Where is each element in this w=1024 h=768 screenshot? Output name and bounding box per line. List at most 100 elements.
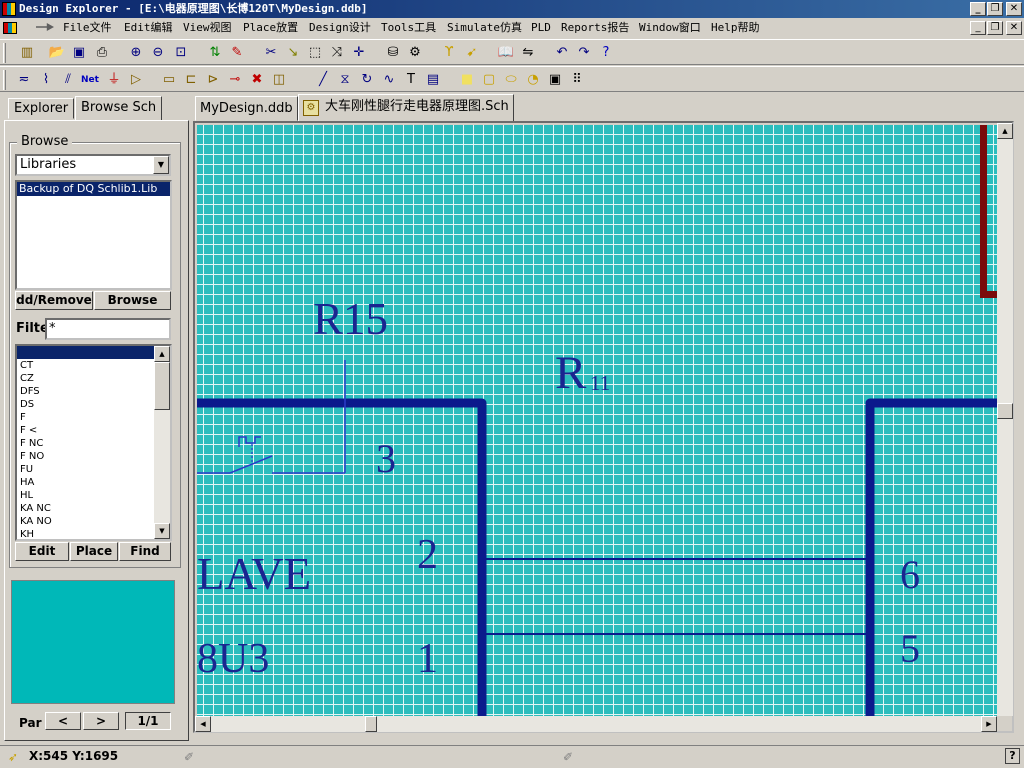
tab-browse-sch[interactable]: Browse Sch	[75, 96, 163, 120]
round-rect-icon[interactable]: ▢	[480, 71, 498, 89]
bus-icon[interactable]: ⌇	[37, 71, 55, 89]
menu-window[interactable]: Window窗口	[639, 18, 701, 38]
print-icon[interactable]: ⎙	[93, 44, 111, 62]
sheet-symbol-icon[interactable]: ▭	[160, 71, 178, 89]
place-button[interactable]: Place	[70, 542, 118, 561]
component-list-item[interactable]: KA NC	[17, 502, 170, 515]
component-list-item[interactable]	[17, 346, 170, 359]
part-icon[interactable]: ▷	[127, 71, 145, 89]
cut-icon[interactable]: ✂	[262, 44, 280, 62]
redo-icon[interactable]: ↷	[575, 44, 593, 62]
power-port-icon[interactable]: ⏚	[105, 71, 123, 89]
component-list-item[interactable]: F NO	[17, 450, 170, 463]
menu-view[interactable]: View视图	[183, 18, 232, 38]
canvas-vscroll-thumb[interactable]	[997, 403, 1013, 419]
component-list-item[interactable]: HA	[17, 476, 170, 489]
select-icon[interactable]: ⬚	[306, 44, 324, 62]
menu-help[interactable]: Help帮助	[711, 18, 760, 38]
component-list-item[interactable]: F <	[17, 424, 170, 437]
pcb-layout-icon[interactable]: ◫	[270, 71, 288, 89]
minimize-button[interactable]: _	[970, 2, 986, 16]
chevron-down-icon[interactable]: ▼	[153, 156, 169, 174]
bezier-icon[interactable]: ∿	[380, 71, 398, 89]
zoom-in-icon[interactable]: ⊕	[127, 44, 145, 62]
arc-icon[interactable]: ↻	[358, 71, 376, 89]
pencil-icon[interactable]: ✎	[228, 44, 246, 62]
menu-design[interactable]: Design设计	[309, 18, 371, 38]
array-icon[interactable]: ⠿	[568, 71, 586, 89]
component-list[interactable]: CT CZ DFS DS F F < F NC F NO FU HA HL KA NC KA NO KH …	[15, 344, 172, 541]
menu-reports[interactable]: Reports报告	[561, 18, 629, 38]
component-list-scrollbar[interactable]: ▲ ▼	[154, 346, 170, 539]
hierarchy-icon[interactable]: ⇅	[206, 44, 224, 62]
paste-icon[interactable]: ↘	[284, 44, 302, 62]
probe-icon[interactable]: ϒ	[440, 44, 458, 62]
library-icon[interactable]: ⛁	[384, 44, 402, 62]
component-list-item[interactable]: FU	[17, 463, 170, 476]
menu-file[interactable]: File文件	[63, 18, 112, 38]
component-list-item[interactable]: F NC	[17, 437, 170, 450]
component-list-item[interactable]: DS	[17, 398, 170, 411]
save-icon[interactable]: ▣	[70, 44, 88, 62]
edit-button[interactable]: Edit	[15, 542, 69, 561]
filter-input[interactable]: *	[45, 318, 171, 340]
pie-icon[interactable]: ◔	[524, 71, 542, 89]
component-list-item[interactable]: HL	[17, 489, 170, 502]
browse-type-select[interactable]: Libraries ▼	[15, 154, 171, 176]
doc-close-button[interactable]: ✕	[1006, 21, 1022, 35]
canvas-horizontal-scrollbar[interactable]: ◀ ▶	[195, 716, 997, 732]
next-part-button[interactable]: >	[83, 712, 119, 730]
prev-part-button[interactable]: <	[45, 712, 81, 730]
restore-button[interactable]: ❐	[987, 2, 1003, 16]
schematic-sheet[interactable]: R15 R 11 3 2 6 5 LAVE 8U3 1	[197, 125, 997, 717]
net-label-icon[interactable]: Net	[81, 71, 99, 89]
ellipse-icon[interactable]: ⬭	[502, 71, 520, 89]
move-icon[interactable]: ✛	[350, 44, 368, 62]
undo-icon[interactable]: ↶	[553, 44, 571, 62]
no-erc-icon[interactable]: ✖	[248, 71, 266, 89]
toolbar-grip[interactable]	[3, 70, 6, 90]
close-button[interactable]: ✕	[1006, 2, 1022, 16]
component-list-item[interactable]: KH	[17, 528, 170, 539]
canvas-vertical-scrollbar[interactable]: ▲	[997, 123, 1013, 716]
component-list-item[interactable]: DFS	[17, 385, 170, 398]
scroll-up-icon[interactable]: ▲	[997, 123, 1013, 139]
menu-edit[interactable]: Edit编辑	[124, 18, 173, 38]
help-icon[interactable]: ?	[1005, 748, 1020, 764]
line-icon[interactable]: ╱	[314, 71, 332, 89]
tools-icon[interactable]: ⇋	[519, 44, 537, 62]
deselect-icon[interactable]: ⤨	[328, 44, 346, 62]
rectangle-icon[interactable]: ■	[458, 71, 476, 89]
toolbar-grip[interactable]	[3, 43, 6, 63]
port-icon[interactable]: ⊳	[204, 71, 222, 89]
find-button[interactable]: Find	[119, 542, 171, 561]
tab-mydesign-ddb[interactable]: MyDesign.ddb	[195, 96, 298, 121]
tab-explorer[interactable]: Explorer	[8, 98, 75, 119]
text-icon[interactable]: T	[402, 71, 420, 89]
component-list-item[interactable]: CZ	[17, 372, 170, 385]
junction-icon[interactable]: ⊸	[226, 71, 244, 89]
canvas-hscroll-thumb[interactable]	[365, 716, 377, 732]
tab-schematic[interactable]: ⚙ 大车刚性腿行走电器原理图.Sch	[298, 94, 514, 122]
library-list[interactable]: Backup of DQ Schlib1.Lib	[15, 180, 172, 290]
scroll-up-icon[interactable]: ▲	[154, 346, 170, 362]
zoom-area-icon[interactable]: ⊡	[172, 44, 190, 62]
wire-icon[interactable]: ≂	[15, 71, 33, 89]
component-list-item[interactable]: KA NO	[17, 515, 170, 528]
doc-restore-button[interactable]: ❐	[987, 21, 1003, 35]
component-list-item[interactable]: CT	[17, 359, 170, 372]
browse-button[interactable]: Browse	[94, 291, 171, 310]
scroll-thumb[interactable]	[154, 362, 170, 410]
graphic-icon[interactable]: ▣	[546, 71, 564, 89]
cross-probe-icon[interactable]: ➹	[463, 44, 481, 62]
open-icon[interactable]: 📂	[48, 44, 66, 62]
scroll-right-icon[interactable]: ▶	[981, 716, 997, 732]
book-icon[interactable]: 📖	[497, 44, 515, 62]
menu-pld[interactable]: PLD	[531, 18, 551, 38]
scroll-left-icon[interactable]: ◀	[195, 716, 211, 732]
menu-arrow-icon[interactable]	[36, 23, 54, 31]
design-manager-icon[interactable]: ▥	[18, 44, 36, 62]
menu-place[interactable]: Place放置	[243, 18, 298, 38]
menu-simulate[interactable]: Simulate仿真	[447, 18, 522, 38]
doc-menu-icon[interactable]	[3, 22, 17, 34]
